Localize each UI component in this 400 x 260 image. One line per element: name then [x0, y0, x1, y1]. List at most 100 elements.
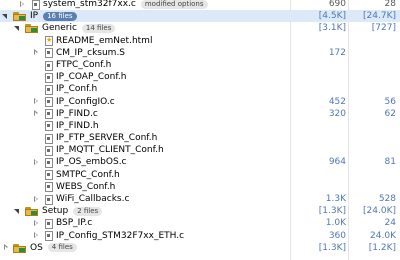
code-size: 1.0K	[325, 218, 346, 229]
tree-row-mqtt-client-conf[interactable]: IP_MQTT_CLIENT_Conf.h	[0, 144, 400, 156]
tree-row-bsp-ip[interactable]: BSP_IP.c 1.0K 24	[0, 217, 400, 229]
code-size: [1.3K]	[318, 242, 346, 253]
file-count-badge: 2 files	[73, 206, 103, 216]
file-c-icon	[44, 218, 53, 229]
file-count-badge: 16 files	[43, 11, 77, 21]
folder-icon	[13, 243, 27, 253]
file-name: WEBS_Conf.h	[56, 181, 116, 192]
tree-row-ip-config-eth[interactable]: IP_Config_STM32F7xx_ETH.c 360 24.0K	[0, 230, 400, 242]
file-name: BSP_IP.c	[56, 218, 93, 229]
data-size: 62	[384, 108, 396, 119]
tree-row-ip[interactable]: IP 16 files [4.5K] [24.7K]	[0, 10, 400, 23]
file-c-icon	[44, 96, 53, 108]
file-name: FTPC_Conf.h	[56, 59, 112, 70]
project-tree[interactable]: system_stm32f7xx.c modified options 690 …	[0, 0, 400, 254]
file-name: README_emNet.html	[56, 35, 153, 46]
tree-row-coap-conf[interactable]: IP_COAP_Conf.h	[0, 71, 400, 83]
file-c-icon	[44, 108, 53, 120]
file-name: WiFi_Callbacks.c	[56, 194, 130, 204]
code-size: 690	[328, 0, 346, 9]
code-size: 452	[328, 96, 346, 107]
tree-row-setup[interactable]: Setup 2 files [1.3K] [24.0K]	[0, 205, 400, 217]
file-name: SMTPC_Conf.h	[56, 169, 120, 180]
file-h-icon	[44, 169, 53, 181]
expand-arrow-icon[interactable]	[32, 98, 39, 105]
expand-arrow-icon[interactable]	[32, 110, 39, 117]
folder-icon	[13, 11, 27, 22]
collapse-arrow-icon[interactable]	[14, 208, 21, 215]
file-name: IP_ConfigIO.c	[56, 96, 115, 107]
file-name: CM_IP_cksum.S	[56, 47, 126, 58]
data-size: 24.0K	[370, 230, 396, 241]
folder-icon	[25, 206, 39, 217]
file-html-icon	[44, 35, 53, 47]
file-h-icon	[44, 120, 53, 132]
data-size: [24.0K]	[363, 206, 396, 217]
file-name: IP_COAP_Conf.h	[56, 72, 127, 83]
code-size: 320	[328, 108, 346, 119]
file-h-icon	[44, 72, 53, 83]
data-size: [727]	[371, 23, 396, 34]
tree-row-ftp-server-conf[interactable]: IP_FTP_SERVER_Conf.h	[0, 132, 400, 144]
file-h-icon	[44, 60, 53, 71]
modified-options-badge: modified options	[140, 0, 208, 9]
data-size: 528	[378, 194, 396, 204]
data-size: 56	[384, 96, 396, 107]
file-name: IP_Conf.h	[56, 84, 98, 95]
file-count-badge: 14 files	[81, 23, 116, 33]
tree-row-system[interactable]: system_stm32f7xx.c modified options 690 …	[0, 0, 400, 10]
file-name: IP_FTP_SERVER_Conf.h	[56, 133, 158, 144]
tree-row-generic[interactable]: Generic 14 files [3.1K] [727]	[0, 22, 400, 34]
code-size: 172	[328, 47, 346, 58]
folder-icon	[25, 23, 39, 34]
tree-row-wifi-callbacks[interactable]: WiFi_Callbacks.c 1.3K 528	[0, 193, 400, 205]
file-name: IP_Config_STM32F7xx_ETH.c	[56, 230, 185, 241]
collapse-arrow-icon[interactable]	[2, 13, 9, 20]
file-name: IP_FIND.h	[56, 120, 99, 131]
code-size: 360	[328, 230, 346, 241]
file-name: IP_OS_embOS.c	[56, 157, 127, 168]
data-size: [24.7K]	[363, 11, 396, 22]
folder-name: Setup	[42, 206, 69, 217]
file-asm-icon	[44, 47, 53, 59]
tree-row-os[interactable]: OS 4 files [1.3K] [1.2K]	[0, 242, 400, 254]
file-h-icon	[44, 84, 53, 95]
code-size: 964	[328, 157, 346, 168]
data-size: 81	[384, 157, 396, 168]
expand-arrow-icon[interactable]	[32, 195, 39, 203]
file-c-icon	[44, 230, 53, 242]
tree-row-find-c[interactable]: IP_FIND.c 320 62	[0, 108, 400, 120]
expand-arrow-icon[interactable]	[32, 159, 39, 166]
expand-arrow-icon[interactable]	[2, 244, 9, 251]
file-name: system_stm32f7xx.c	[43, 0, 136, 9]
code-size: [4.5K]	[318, 11, 346, 22]
data-size: 28	[384, 0, 396, 9]
expand-arrow-icon[interactable]	[18, 0, 25, 8]
file-count-badge: 4 files	[47, 243, 77, 253]
tree-row-configio[interactable]: IP_ConfigIO.c 452 56	[0, 96, 400, 108]
tree-row-webs-conf[interactable]: WEBS_Conf.h	[0, 181, 400, 193]
expand-arrow-icon[interactable]	[32, 49, 39, 56]
expand-arrow-icon[interactable]	[32, 232, 39, 239]
code-size: [1.3K]	[318, 206, 346, 217]
file-h-icon	[44, 181, 53, 193]
tree-row-find-h[interactable]: IP_FIND.h	[0, 120, 400, 132]
tree-row-smtpc-conf[interactable]: SMTPC_Conf.h	[0, 169, 400, 181]
file-h-icon	[44, 133, 53, 144]
folder-name: Generic	[42, 23, 77, 34]
expand-arrow-icon[interactable]	[32, 219, 39, 227]
tree-row-ftpc-conf[interactable]: FTPC_Conf.h	[0, 59, 400, 71]
file-c-icon	[31, 0, 40, 10]
tree-row-os-embos[interactable]: IP_OS_embOS.c 964 81	[0, 156, 400, 169]
tree-row-ip-conf[interactable]: IP_Conf.h	[0, 83, 400, 95]
data-size: 24	[384, 218, 396, 229]
file-h-icon	[44, 145, 53, 156]
tree-row-cm-ip-cksum[interactable]: CM_IP_cksum.S 172	[0, 47, 400, 59]
file-c-icon	[44, 157, 53, 169]
code-size: 1.3K	[325, 194, 346, 204]
collapse-arrow-icon[interactable]	[14, 25, 21, 32]
folder-name: IP	[30, 11, 39, 22]
code-size: [3.1K]	[318, 23, 346, 34]
folder-name: OS	[30, 242, 43, 253]
tree-row-readme[interactable]: README_emNet.html	[0, 35, 400, 47]
